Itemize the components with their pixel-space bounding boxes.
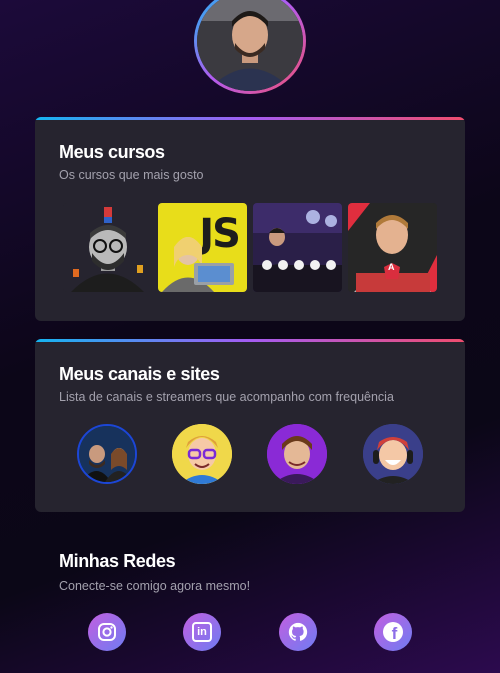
facebook-icon: f — [383, 622, 403, 642]
channel-purple-streamer[interactable] — [267, 424, 327, 484]
course-thumb-instructor[interactable] — [63, 203, 152, 292]
social-subtitle: Conecte-se comigo agora mesmo! — [59, 579, 251, 593]
facebook-glyph: f — [391, 624, 398, 642]
purple-streamer-icon — [267, 424, 327, 484]
instagram-icon — [98, 623, 116, 641]
github-button[interactable] — [279, 613, 317, 651]
channels-card: Meus canais e sites Lista de canais e st… — [35, 339, 465, 512]
instagram-button[interactable] — [88, 613, 126, 651]
instructor-woman-icon — [162, 237, 234, 292]
angular-instructor-icon — [348, 203, 437, 292]
course-thumb-stage[interactable] — [253, 203, 342, 292]
channel-cartoon-glasses[interactable] — [172, 424, 232, 484]
stage-photo-icon — [253, 203, 342, 292]
angular-badge: A — [388, 262, 395, 272]
linkedin-glyph: in — [197, 625, 207, 638]
linkedin-button[interactable]: in — [183, 613, 221, 651]
courses-subtitle: Os cursos que mais gosto — [59, 168, 204, 182]
github-icon — [288, 622, 308, 641]
channels-subtitle: Lista de canais e streamers que acompanh… — [59, 390, 394, 404]
profile-photo-icon — [197, 0, 303, 91]
course-thumb-angular[interactable]: A — [348, 203, 437, 292]
linkedin-icon: in — [192, 622, 212, 642]
course-thumb-javascript[interactable]: JS — [158, 203, 247, 292]
gamer-cartoon-icon — [363, 424, 423, 484]
courses-title: Meus cursos — [59, 142, 165, 162]
channel-gamer-cartoon[interactable] — [363, 424, 423, 484]
cartoon-glasses-icon — [172, 424, 232, 484]
social-title: Minhas Redes — [59, 551, 176, 571]
facebook-button[interactable]: f — [374, 613, 412, 651]
courses-card: Meus cursos Os cursos que mais gosto JS — [35, 117, 465, 321]
channel-couple[interactable] — [77, 424, 137, 484]
instructor-avatar-icon — [71, 207, 144, 292]
couple-avatar-icon — [79, 426, 135, 482]
channels-title: Meus canais e sites — [59, 364, 220, 384]
profile-avatar — [194, 0, 306, 94]
